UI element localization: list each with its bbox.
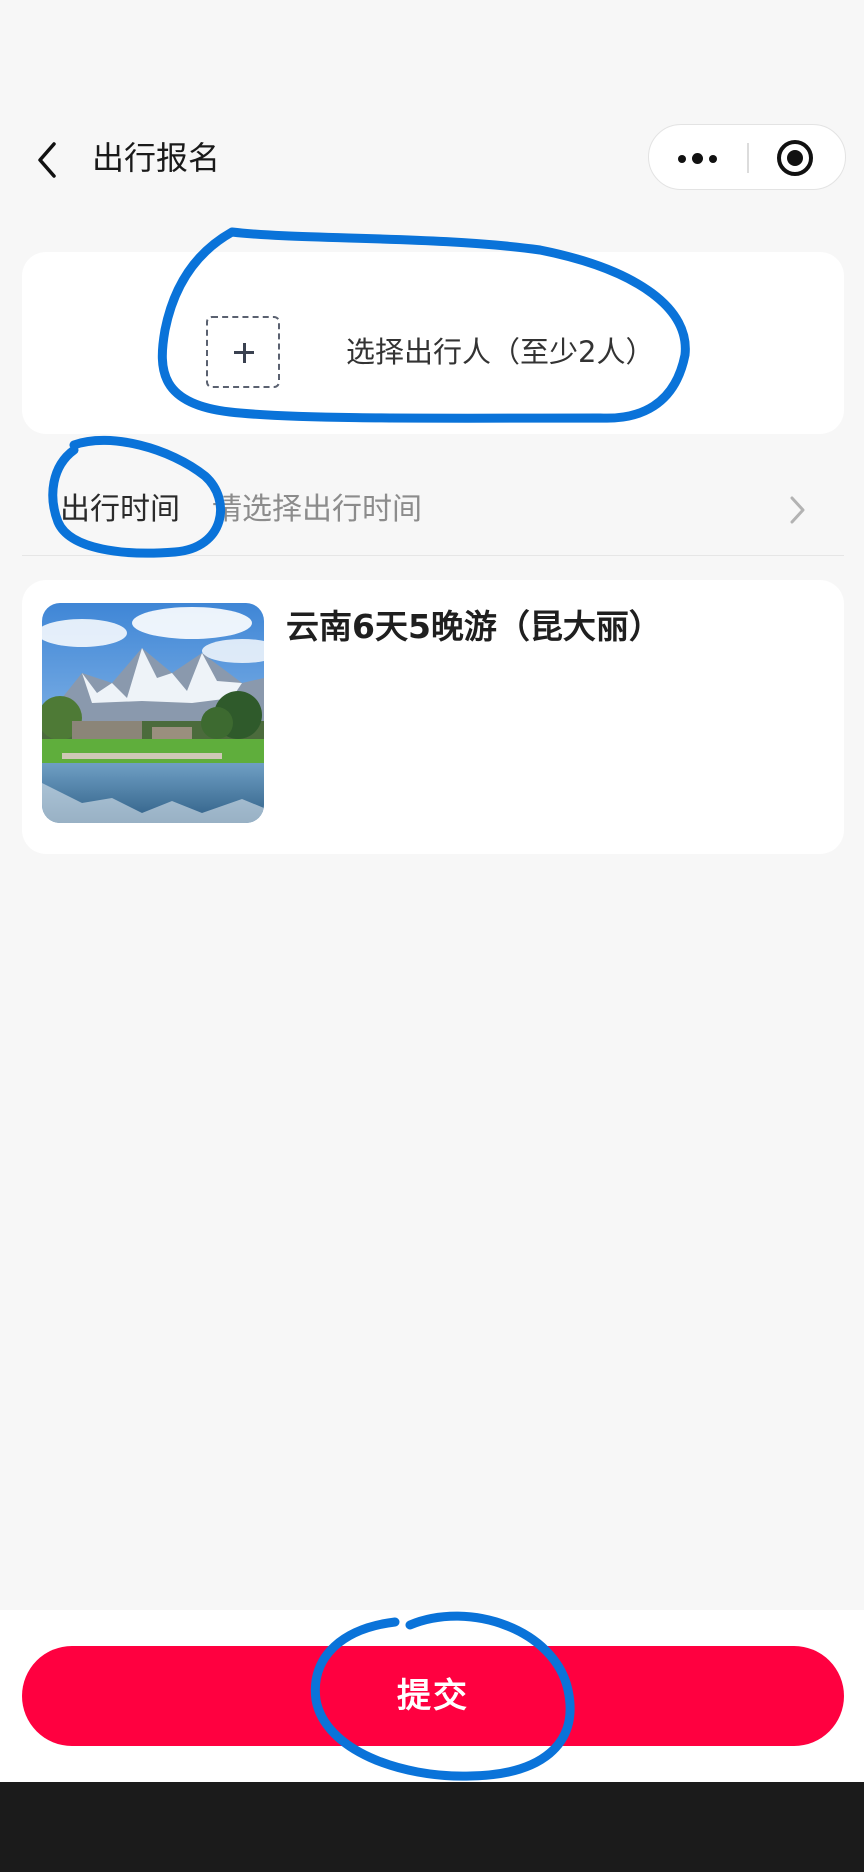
page: 出行报名 选择出行人（至少2人） 出行时间 请选择出行时间 云南6天5晚游（昆大… xyxy=(0,0,864,1872)
travel-time-placeholder: 请选择出行时间 xyxy=(212,492,422,527)
travel-time-row[interactable]: 出行时间 请选择出行时间 xyxy=(22,470,844,556)
select-traveler-button[interactable]: 选择出行人（至少2人） xyxy=(206,314,686,390)
more-button[interactable] xyxy=(649,125,747,191)
travel-time-label: 出行时间 xyxy=(60,492,180,527)
page-title: 出行报名 xyxy=(92,139,221,177)
select-traveler-label: 选择出行人（至少2人） xyxy=(346,335,655,369)
close-button[interactable] xyxy=(748,125,847,191)
nav-bar: 出行报名 xyxy=(0,120,864,196)
product-image xyxy=(42,603,264,823)
product-card[interactable]: 云南6天5晚游（昆大丽） xyxy=(22,580,844,854)
product-title: 云南6天5晚游（昆大丽） xyxy=(286,607,662,646)
submit-button[interactable]: 提交 xyxy=(22,1646,844,1746)
footer: 提交 xyxy=(0,1610,864,1782)
mini-program-capsule xyxy=(648,124,846,190)
plus-icon xyxy=(206,316,280,388)
chevron-left-icon xyxy=(38,142,56,178)
back-button[interactable] xyxy=(20,128,74,188)
system-navigation-bar xyxy=(0,1782,864,1872)
traveler-card: 选择出行人（至少2人） xyxy=(22,252,844,434)
chevron-right-icon xyxy=(790,496,805,524)
